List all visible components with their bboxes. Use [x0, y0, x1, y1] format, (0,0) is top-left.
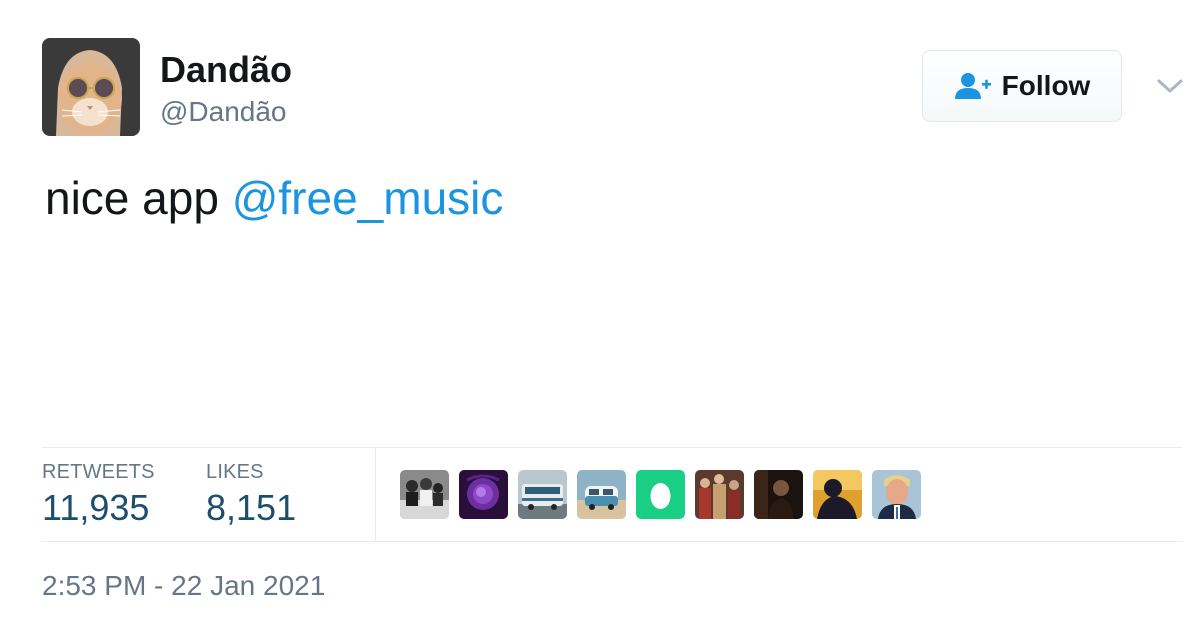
liker-avatar-van-photo[interactable] [577, 470, 626, 519]
chevron-down-icon[interactable] [1156, 74, 1184, 98]
liked-by-avatars [400, 470, 921, 519]
retweets-label: RETWEETS [42, 461, 155, 483]
liker-avatar-bus-photo[interactable] [518, 470, 567, 519]
liker-avatar-people-photo[interactable] [695, 470, 744, 519]
tweet-text: nice app @free_music [45, 170, 503, 226]
follow-button[interactable]: Follow [922, 50, 1122, 122]
liker-avatar-purple-flower[interactable] [459, 470, 508, 519]
retweets-count: 11,935 [42, 487, 150, 528]
stats-divider-top [42, 447, 1182, 448]
liker-avatar-silhouette-sunset[interactable] [813, 470, 862, 519]
likes-label: LIKES [206, 461, 264, 483]
display-name[interactable]: Dandão [160, 48, 292, 92]
likes-count: 8,151 [206, 487, 297, 528]
stats-divider-vertical [375, 448, 376, 541]
liker-avatar-default-egg[interactable] [636, 470, 685, 519]
liker-avatar-dark-portrait[interactable] [754, 470, 803, 519]
add-user-icon [954, 72, 992, 100]
retweets-stat[interactable]: RETWEETS 11,935 [42, 460, 155, 530]
profile-avatar[interactable] [42, 38, 140, 136]
tweet-timestamp[interactable]: 2:53 PM - 22 Jan 2021 [42, 568, 325, 604]
tweet-body: nice app [45, 172, 232, 224]
mention-link[interactable]: @free_music [232, 172, 504, 224]
cat-avatar-image [42, 38, 140, 136]
likes-stat[interactable]: LIKES 8,151 [206, 460, 296, 530]
user-handle[interactable]: @Dandão [160, 94, 287, 130]
follow-label: Follow [1001, 70, 1091, 101]
liker-avatar-group-photo[interactable] [400, 470, 449, 519]
stats-divider-bottom [42, 541, 1182, 542]
liker-avatar-man-portrait[interactable] [872, 470, 921, 519]
tweet-card: Dandão @Dandão Follow nice app @free_mus… [0, 0, 1200, 628]
